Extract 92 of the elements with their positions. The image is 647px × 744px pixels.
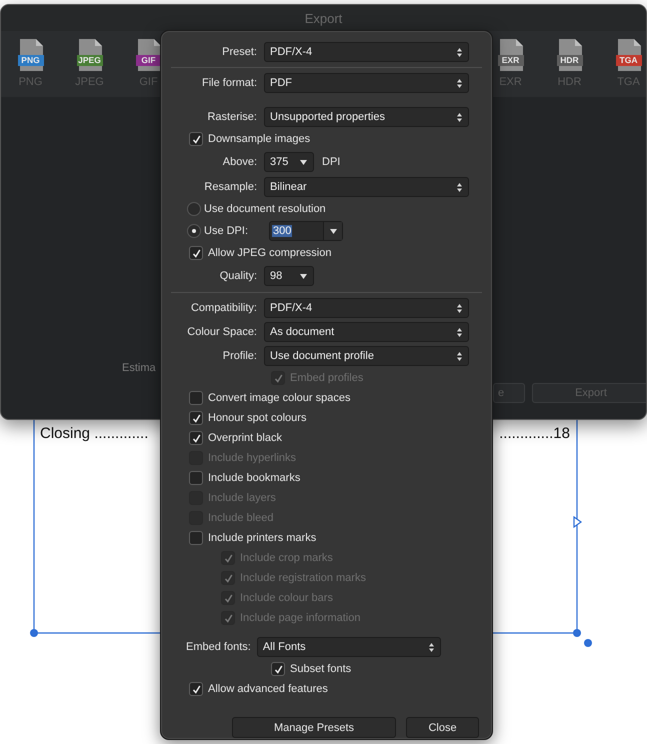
checkbox-label: Subset fonts (290, 663, 352, 675)
file-icon[interactable]: GIF (136, 38, 162, 72)
file-type-badge: EXR (498, 55, 524, 66)
dropdown[interactable]: PDF/X-4 (264, 42, 469, 62)
field-label: Colour Space: (186, 326, 258, 338)
caret-icon (300, 160, 307, 164)
field-label: Resample: (203, 181, 258, 193)
checkmark-icon (192, 248, 200, 258)
checkbox-label: Overprint black (208, 432, 282, 444)
checkmark-icon (224, 554, 232, 562)
dialog-button[interactable]: Manage Presets (232, 717, 396, 738)
checkbox-label: Include layers (208, 492, 276, 504)
stepper-icon (457, 48, 462, 56)
file-type-badge: PNG (18, 55, 44, 66)
field-label: Quality: (218, 270, 258, 282)
checkbox-label: Downsample images (208, 133, 310, 145)
document-text: Closing ............. (40, 425, 148, 442)
checkbox-label: Allow advanced features (208, 683, 328, 695)
stepper-icon (428, 642, 434, 652)
dialog-button[interactable]: Close (406, 717, 479, 738)
checkbox-label: Include bookmarks (208, 472, 300, 484)
checkbox[interactable] (189, 471, 203, 485)
file-icon[interactable]: JPEG (76, 38, 102, 72)
checkbox-label: Include registration marks (240, 572, 366, 584)
checkmark-icon (192, 434, 200, 442)
field-label: Compatibility: (190, 302, 258, 314)
checkmark-icon (192, 684, 200, 694)
dropdown[interactable]: 98 (264, 266, 314, 286)
checkbox[interactable] (189, 682, 203, 696)
stepper-icon (457, 328, 462, 336)
field-label: Embed fonts: (185, 641, 252, 653)
file-icon[interactable]: EXR (498, 38, 524, 72)
dropdown[interactable]: 375 (264, 152, 314, 172)
radio-button[interactable] (187, 224, 201, 238)
triangle-handle-icon[interactable] (573, 516, 582, 528)
field-label: File format: (200, 77, 258, 89)
file-type-badge: GIF (136, 55, 162, 66)
checkbox-label: Include colour bars (240, 592, 333, 604)
checkbox-label: Honour spot colours (208, 412, 306, 424)
stepper-icon (457, 182, 462, 192)
checkbox[interactable] (189, 531, 203, 545)
radio-button[interactable] (187, 202, 201, 216)
dropdown[interactable]: All Fonts (256, 637, 441, 657)
checkmark-icon (192, 134, 200, 144)
field-label: Profile: (222, 350, 258, 362)
checkmark-icon (274, 664, 282, 674)
unit-label: DPI (322, 156, 340, 168)
resize-handle[interactable] (30, 629, 38, 637)
field-label: Preset: (221, 46, 258, 58)
dropdown[interactable]: Unsupported properties (264, 107, 469, 127)
estimate-label: Estima (122, 362, 156, 374)
dropdown[interactable]: PDF (264, 73, 469, 93)
checkbox[interactable] (189, 132, 203, 146)
checkbox-label: Include bleed (208, 512, 274, 524)
stepper-icon (457, 112, 462, 122)
window-title: Export (304, 10, 342, 26)
checkbox[interactable] (189, 411, 203, 425)
file-icon[interactable]: TGA (616, 38, 642, 72)
checkmark-icon (224, 614, 232, 622)
dropdown[interactable]: PDF/X-4 (264, 298, 469, 318)
field-label: Rasterise: (206, 111, 258, 123)
checkbox-label: Embed profiles (290, 372, 364, 384)
radio-label: Use DPI: (204, 225, 248, 237)
field-label: Above: (222, 156, 258, 168)
checkmark-icon (224, 594, 232, 602)
document-text: .............18 (499, 425, 570, 442)
stepper-icon (457, 352, 462, 360)
dropdown[interactable]: Use document profile (264, 346, 469, 366)
file-icon[interactable]: HDR (556, 38, 582, 72)
checkbox-label: Convert image colour spaces (208, 392, 350, 404)
dropdown[interactable]: Bilinear (264, 177, 469, 197)
checkbox[interactable] (189, 431, 203, 445)
radio-label: Use document resolution (204, 203, 326, 215)
file-type-badge: JPEG (76, 55, 102, 66)
checkmark-icon (192, 414, 200, 422)
file-type-badge: TGA (616, 55, 642, 66)
checkbox-label: Include page information (240, 612, 360, 624)
file-type-badge: HDR (556, 55, 582, 66)
checkbox-label: Include crop marks (240, 552, 333, 564)
checkbox-label: Include printers marks (208, 532, 316, 544)
checkbox[interactable] (189, 391, 203, 405)
checkbox[interactable] (189, 246, 203, 260)
caret-icon (300, 274, 307, 278)
stepper-icon (457, 304, 462, 312)
file-icon[interactable]: PNG (18, 38, 44, 72)
dropdown[interactable]: As document (264, 322, 469, 342)
checkbox-label: Allow JPEG compression (208, 247, 332, 259)
checkmark-icon (274, 374, 282, 382)
stepper-icon (457, 78, 462, 88)
checkbox[interactable] (271, 662, 285, 676)
checkmark-icon (224, 574, 232, 582)
checkbox-label: Include hyperlinks (208, 452, 296, 464)
